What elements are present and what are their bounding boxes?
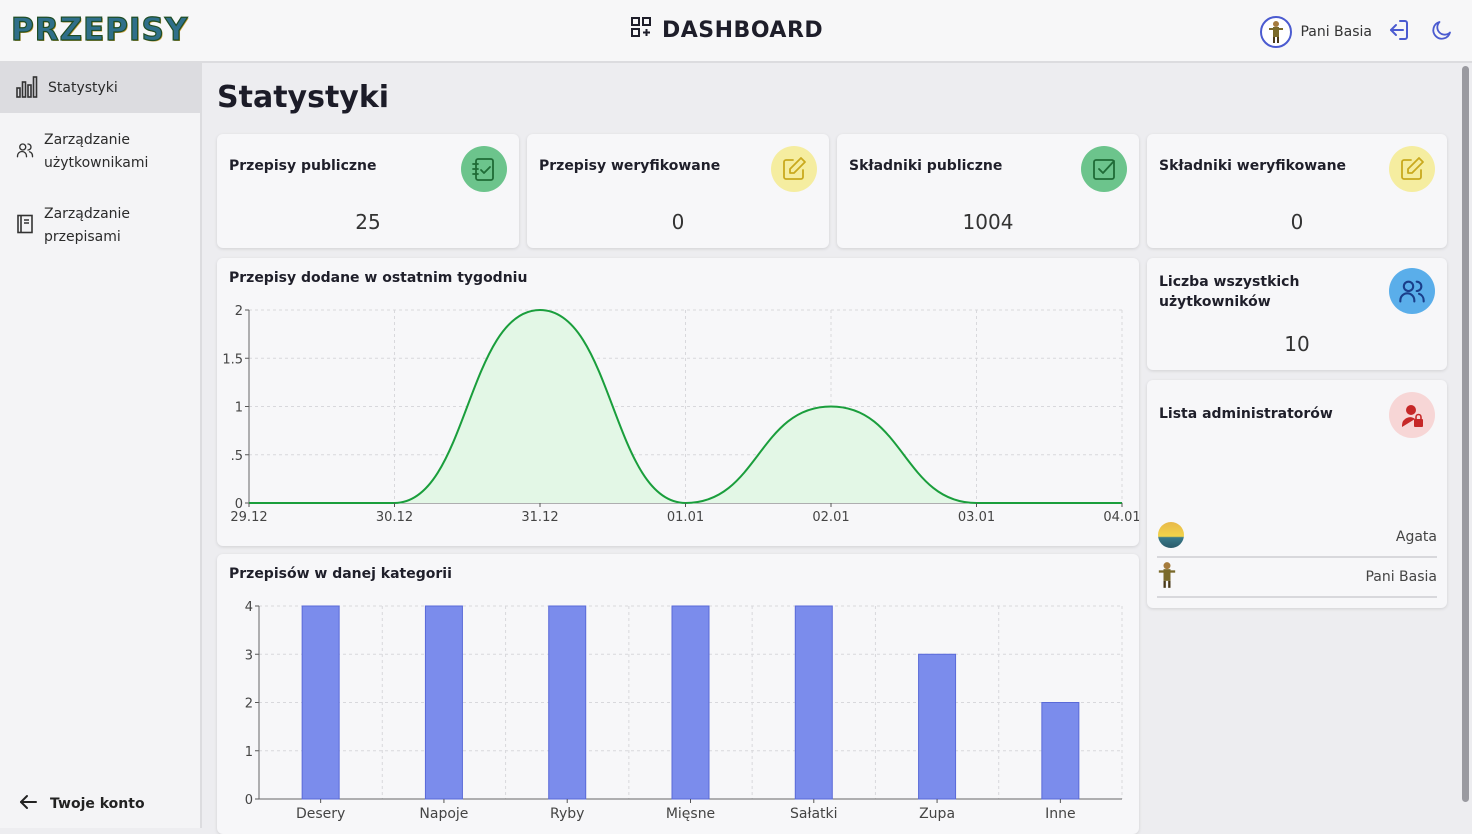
sidebar-item-statystyki[interactable]: Statystyki [0, 63, 200, 113]
sidebar-item-users[interactable]: Zarządzanie użytkownikami [0, 113, 200, 185]
bar[interactable] [302, 606, 339, 799]
admins-card: Lista administratorów Agata [1147, 380, 1447, 608]
dark-mode-icon[interactable] [1430, 18, 1454, 46]
bar[interactable] [919, 654, 956, 799]
stat-label: Lista administratorów [1159, 406, 1333, 422]
x-tick-label: Inne [1045, 806, 1076, 822]
sidebar: Statystyki Zarządzanie użytkownikami Zar… [0, 63, 202, 828]
y-tick-label: .5 [231, 449, 243, 464]
admin-avatar [1157, 561, 1177, 593]
stat-label: Przepisy publiczne [229, 158, 376, 174]
x-tick-label: Napoje [419, 806, 468, 822]
stat-card-verified-ingredients: Składniki weryfikowane 0 [1147, 134, 1447, 248]
y-tick-label: 2 [235, 304, 243, 319]
bar[interactable] [1042, 703, 1079, 800]
x-tick-label: 02.01 [812, 510, 849, 525]
x-tick-label: 01.01 [667, 510, 704, 525]
account-link-label: Twoje konto [50, 796, 145, 812]
user-avatar[interactable] [1260, 16, 1292, 48]
category-bar-chart: 0 1 2 3 4 Desery Napoje Ryby Mięsne Sałatki Zupa In… [217, 554, 1139, 834]
category-chart-card: Przepisów w danej kategorii 01234DeseryN… [217, 554, 1139, 834]
stat-label: Przepisy weryfikowane [539, 158, 720, 174]
users-icon [16, 141, 34, 163]
stat-value: 0 [1147, 210, 1447, 234]
book-icon [16, 214, 34, 238]
stat-value: 10 [1147, 332, 1447, 356]
admin-avatar [1157, 521, 1185, 553]
grid-icon [630, 16, 652, 44]
x-tick-label: 31.12 [521, 510, 558, 525]
weekly-recipes-chart: 0.511.5229.1230.1231.1201.0102.0103.0104… [217, 258, 1139, 546]
stat-label: Składniki weryfikowane [1159, 158, 1346, 174]
stat-card-public-recipes: Przepisy publiczne 25 [217, 134, 519, 248]
admin-name: Agata [1396, 529, 1437, 545]
users-count-card: Liczba wszystkich użytkowników 10 [1147, 258, 1447, 370]
x-tick-label: Sałatki [790, 806, 838, 822]
y-tick-label: 3 [245, 648, 253, 663]
logout-icon[interactable] [1386, 18, 1410, 46]
x-tick-label: 30.12 [376, 510, 413, 525]
x-tick-label: 29.12 [230, 510, 267, 525]
x-tick-label: Zupa [919, 806, 955, 822]
check-square-icon [1081, 146, 1127, 192]
stat-value: 25 [217, 210, 519, 234]
y-tick-label: 1.5 [222, 352, 243, 367]
main-content: Statystyki Przepisy publiczne 25 Przepis… [203, 64, 1461, 828]
bar-chart-icon [16, 74, 38, 102]
bar[interactable] [425, 606, 462, 799]
app-logo[interactable]: PRZEPISY [11, 12, 188, 48]
edit-icon [1389, 146, 1435, 192]
x-tick-label: 04.01 [1103, 510, 1139, 525]
dashboard-title-text: DASHBOARD [662, 18, 823, 43]
bar[interactable] [672, 606, 709, 799]
y-tick-label: 1 [235, 401, 243, 416]
weekly-recipes-chart-card: Przepisy dodane w ostatnim tygodniu 0.51… [217, 258, 1139, 546]
sidebar-item-recipes[interactable]: Zarządzanie przepisami [0, 185, 200, 259]
y-tick-label: 4 [245, 600, 253, 615]
user-menu[interactable]: Pani Basia [1260, 16, 1372, 48]
x-tick-label: Desery [296, 806, 345, 822]
account-link[interactable]: Twoje konto [18, 792, 145, 816]
checklist-icon [461, 146, 507, 192]
bar[interactable] [795, 606, 832, 799]
page-title: Statystyki [217, 80, 389, 115]
x-tick-label: Ryby [550, 806, 584, 822]
stat-label: Składniki publiczne [849, 158, 1002, 174]
arrow-left-icon [18, 792, 38, 816]
stat-card-verified-recipes: Przepisy weryfikowane 0 [527, 134, 829, 248]
admin-lock-icon [1389, 392, 1435, 438]
x-tick-label: Mięsne [666, 806, 715, 822]
x-tick-label: 03.01 [958, 510, 995, 525]
admin-list-item[interactable]: Agata [1157, 518, 1437, 558]
sidebar-item-label: Statystyki [48, 77, 118, 100]
stat-value: 1004 [837, 210, 1139, 234]
sidebar-item-label: Zarządzanie użytkownikami [44, 129, 174, 175]
stat-card-public-ingredients: Składniki publiczne 1004 [837, 134, 1139, 248]
admin-list-item[interactable]: Pani Basia [1157, 558, 1437, 598]
user-name: Pani Basia [1300, 24, 1372, 40]
y-tick-label: 1 [245, 745, 253, 760]
users-icon [1389, 268, 1435, 314]
y-tick-label: 0 [245, 793, 253, 808]
dashboard-title: DASHBOARD [630, 16, 823, 44]
edit-icon [771, 146, 817, 192]
top-bar: PRZEPISY DASHBOARD Pani Basia [0, 0, 1472, 63]
stat-value: 0 [527, 210, 829, 234]
stat-label: Liczba wszystkich użytkowników [1159, 272, 1359, 312]
admin-name: Pani Basia [1365, 569, 1437, 585]
page-scrollbar[interactable] [1462, 64, 1470, 804]
sidebar-item-label: Zarządzanie przepisami [44, 203, 164, 249]
bar[interactable] [549, 606, 586, 799]
y-tick-label: 2 [245, 697, 253, 712]
